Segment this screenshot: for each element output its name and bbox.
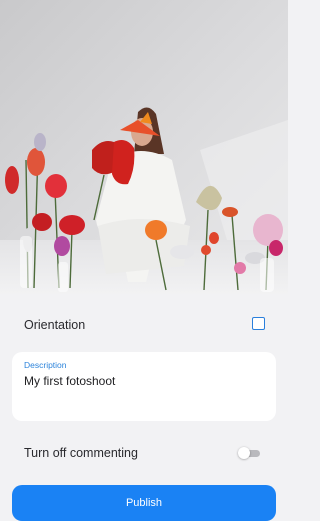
publish-button[interactable]: Publish — [12, 485, 276, 521]
toggle-thumb — [238, 447, 250, 459]
description-field[interactable]: Description My first fotoshoot — [12, 352, 276, 421]
commenting-row[interactable]: Turn off commenting — [24, 444, 270, 462]
description-input[interactable]: My first fotoshoot — [24, 373, 115, 389]
commenting-toggle[interactable] — [238, 447, 260, 459]
commenting-label: Turn off commenting — [24, 446, 138, 460]
orientation-checkbox[interactable] — [252, 317, 265, 330]
description-label: Description — [24, 360, 67, 370]
orientation-row[interactable]: Orientation — [24, 316, 270, 334]
photo-preview — [0, 0, 288, 294]
orientation-label: Orientation — [24, 318, 86, 332]
